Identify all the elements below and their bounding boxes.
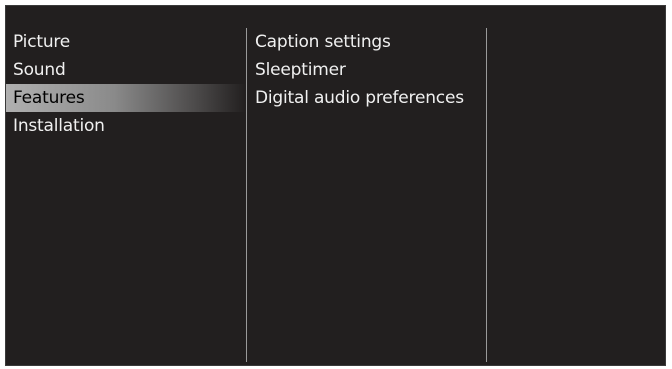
submenu-item-digital-audio-preferences[interactable]: Digital audio preferences — [248, 84, 486, 112]
tv-settings-menu: Picture Sound Features Installation Capt… — [5, 5, 666, 366]
submenu-item-sleeptimer[interactable]: Sleeptimer — [248, 56, 486, 84]
main-menu-column: Picture Sound Features Installation — [6, 28, 246, 140]
menu-item-picture[interactable]: Picture — [6, 28, 246, 56]
column-divider — [246, 28, 247, 362]
submenu-item-caption-settings[interactable]: Caption settings — [248, 28, 486, 56]
menu-item-installation[interactable]: Installation — [6, 112, 246, 140]
menu-item-sound[interactable]: Sound — [6, 56, 246, 84]
menu-item-features[interactable]: Features — [6, 84, 246, 112]
submenu-column: Caption settings Sleeptimer Digital audi… — [248, 28, 486, 112]
column-divider — [486, 28, 487, 362]
